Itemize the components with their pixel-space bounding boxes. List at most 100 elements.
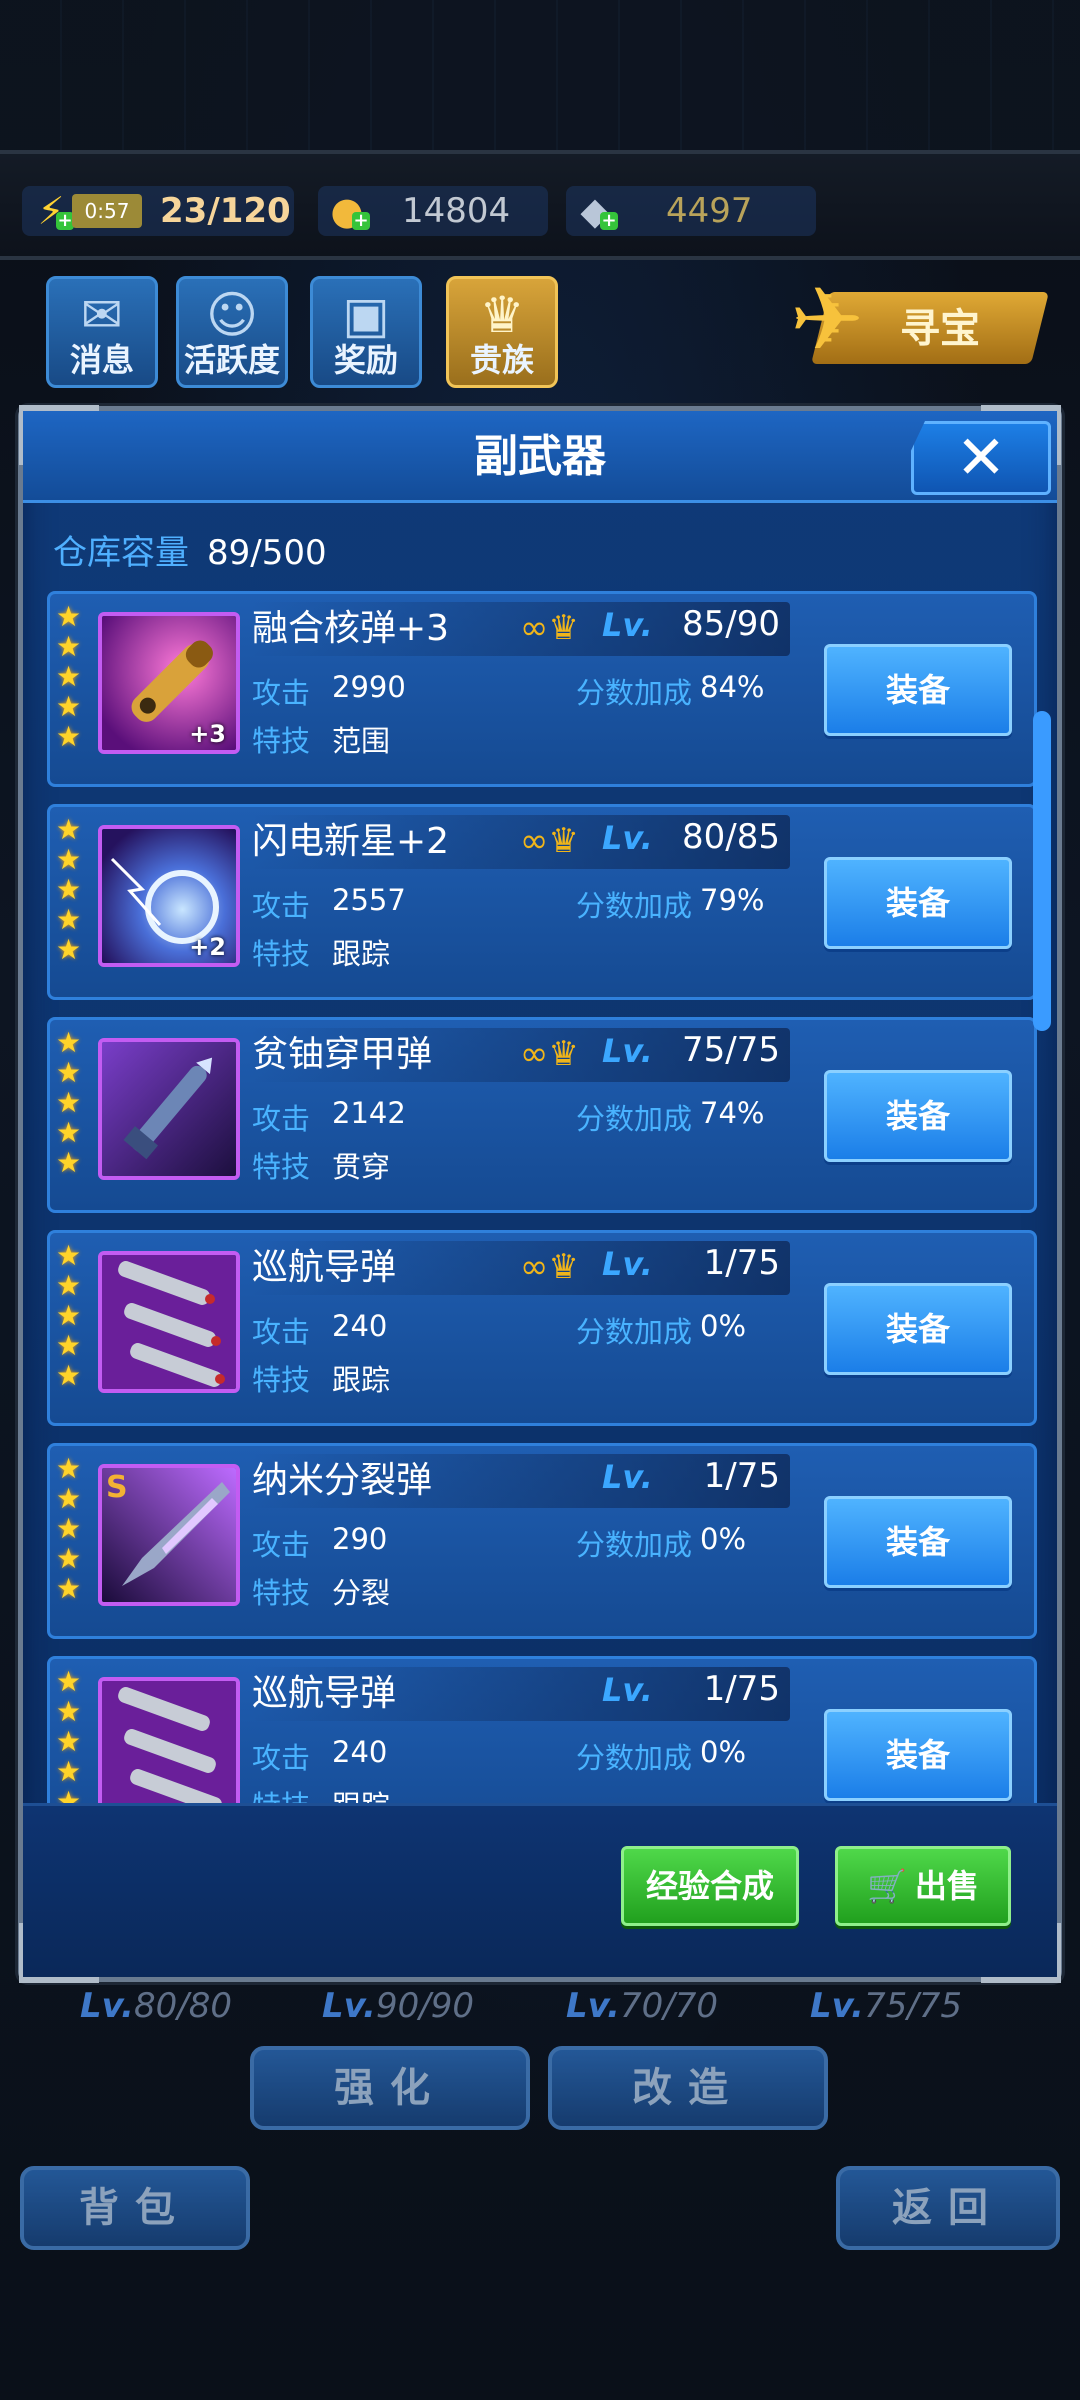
star-icon: ★ [56,600,82,633]
skill-label: 特技 [252,724,311,758]
energy-counter[interactable]: ⚡ + 0:57 23/120 [22,186,294,236]
weapon-thumbnail[interactable] [98,1038,240,1180]
plus-icon[interactable]: + [352,212,370,230]
shortcut-label: 消息 [69,341,134,379]
equip-button[interactable]: 装备 [824,1496,1012,1588]
star-rating: ★ ★ ★ ★ ★ [56,602,88,752]
star-icon: ★ [56,1572,82,1605]
star-icon: ★ [56,903,82,936]
shortcut-activity[interactable]: ☺ 活跃度 [176,276,288,388]
star-rating: ★ ★ ★ ★ ★ [56,1665,88,1812]
capacity-value: 89/500 [207,533,327,573]
star-rating: ★ ★ ★ ★ ★ [56,815,88,965]
star-icon: ★ [56,660,82,693]
plus-badge: +3 [189,720,226,748]
weapon-list[interactable]: ★ ★ ★ ★ ★ +3 融合核弹+3 ∞♛ Lv. 85/90 攻击 2990 分数加… [33,591,1047,1811]
energy-timer: 0:57 [72,194,142,228]
shortcut-reward[interactable]: ▣ 奖励 [310,276,422,388]
skill-value: 跟踪 [332,1363,391,1397]
weapon-thumbnail[interactable] [98,1677,240,1811]
exp-synthesis-button[interactable]: 经验合成 [621,1846,799,1926]
star-icon: ★ [56,1146,82,1179]
chain-link-icon: ∞♛ [520,1247,579,1287]
attack-label: 攻击 [252,1741,311,1775]
sell-button[interactable]: 🛒 出售 [835,1846,1011,1926]
bonus-label: 分数加成 [576,889,693,923]
treasure-button[interactable]: ✈ 寻宝 [790,270,1049,370]
shortcut-message[interactable]: ✉ 消息 [46,276,158,388]
bonus-value: 0% [700,1735,747,1769]
weapon-name: 融合核弹+3 [252,608,450,649]
level-label: Lv. [602,1032,653,1070]
energy-value: 23/120 [160,191,291,231]
level-value: 1/75 [703,1456,780,1496]
list-item[interactable]: ★ ★ ★ ★ ★ S 纳米分裂弹 Lv. 1/75 攻击 290 分数加成 0% 特技… [47,1443,1037,1639]
list-item[interactable]: ★ ★ ★ ★ ★ 巡航导弹 Lv. 1/75 攻击 240 分数加成 0% 特技 跟踪… [47,1656,1037,1811]
attack-value: 240 [332,1735,388,1769]
star-icon: ★ [56,1239,82,1272]
skill-value: 贯穿 [332,1150,391,1184]
shortcut-label: 贵族 [469,341,534,379]
equip-button[interactable]: 装备 [824,644,1012,736]
star-icon: ★ [56,690,82,723]
bonus-label: 分数加成 [576,1528,693,1562]
attack-label: 攻击 [252,1315,311,1349]
weapon-thumbnail[interactable]: +2 [98,825,240,967]
back-button[interactable]: 返回 [836,2166,1060,2250]
s-rank-badge: S [106,1470,128,1505]
equip-button[interactable]: 装备 [824,1283,1012,1375]
shortcut-label: 奖励 [333,341,398,379]
dialog-header: 副武器 ✕ [23,411,1057,503]
bonus-label: 分数加成 [576,1741,693,1775]
gem-value: 4497 [666,191,753,231]
attack-label: 攻击 [252,1102,311,1136]
gem-counter[interactable]: ◆ + 4497 [566,186,816,236]
bonus-value: 0% [700,1522,747,1556]
enhance-button[interactable]: 强化 [250,2046,530,2130]
resource-bar: ⚡ + 0:57 23/120 ● + 14804 ◆ + 4497 [0,150,1080,260]
equip-button[interactable]: 装备 [824,1070,1012,1162]
star-icon: ★ [56,630,82,663]
bg-level-3: Lv.70/70 [566,1986,718,2026]
bonus-value: 74% [700,1096,765,1130]
weapon-name: 贫铀穿甲弹 [252,1034,433,1075]
weapon-thumbnail[interactable] [98,1251,240,1393]
weapon-thumbnail[interactable]: +3 [98,612,240,754]
shortcut-noble[interactable]: ♛ 贵族 [446,276,558,388]
level-label: Lv. [602,1245,653,1283]
list-scrollbar[interactable] [1033,711,1051,1031]
bg-level-4: Lv.75/75 [810,1986,962,2026]
top-decoration [0,0,1080,160]
star-icon: ★ [56,1026,82,1059]
weapon-thumbnail[interactable]: S [98,1464,240,1606]
treasure-label: 寻宝 [900,306,980,352]
star-icon: ★ [56,1665,82,1698]
cart-icon: 🛒 [867,1867,907,1905]
list-item[interactable]: ★ ★ ★ ★ ★ +3 融合核弹+3 ∞♛ Lv. 85/90 攻击 2990 分数加… [47,591,1037,787]
bonus-value: 0% [700,1309,747,1343]
close-button[interactable]: ✕ [911,421,1051,495]
level-value: 85/90 [682,604,780,644]
gold-counter[interactable]: ● + 14804 [318,186,548,236]
equip-button[interactable]: 装备 [824,1709,1012,1801]
skill-label: 特技 [252,1576,311,1610]
level-label: Lv. [602,819,653,857]
bonus-label: 分数加成 [576,1102,693,1136]
list-item[interactable]: ★ ★ ★ ★ ★ 巡航导弹 ∞♛ Lv. 1/75 攻击 240 分数加成 0% 特技… [47,1230,1037,1426]
weapon-name: 闪电新星+2 [252,821,450,862]
skill-label: 特技 [252,937,311,971]
equip-button[interactable]: 装备 [824,857,1012,949]
star-rating: ★ ★ ★ ★ ★ [56,1241,88,1391]
list-item[interactable]: ★ ★ ★ ★ ★ 贫铀穿甲弹 ∞♛ Lv. 75/75 攻击 2142 分数加成 74… [47,1017,1037,1213]
weapon-name: 巡航导弹 [252,1673,397,1714]
plus-badge: +2 [189,933,226,961]
bg-level-1: Lv.80/80 [80,1986,232,2026]
dialog-footer: 经验合成 🛒 出售 [23,1803,1057,1977]
plus-icon[interactable]: + [600,212,618,230]
backpack-button[interactable]: 背包 [20,2166,250,2250]
modify-button[interactable]: 改造 [548,2046,828,2130]
star-icon: ★ [56,1482,82,1515]
star-icon: ★ [56,1452,82,1485]
bonus-value: 84% [700,670,765,704]
list-item[interactable]: ★ ★ ★ ★ ★ +2 闪电新星+2 ∞♛ Lv. 80/85 攻击 2557 分数加… [47,804,1037,1000]
